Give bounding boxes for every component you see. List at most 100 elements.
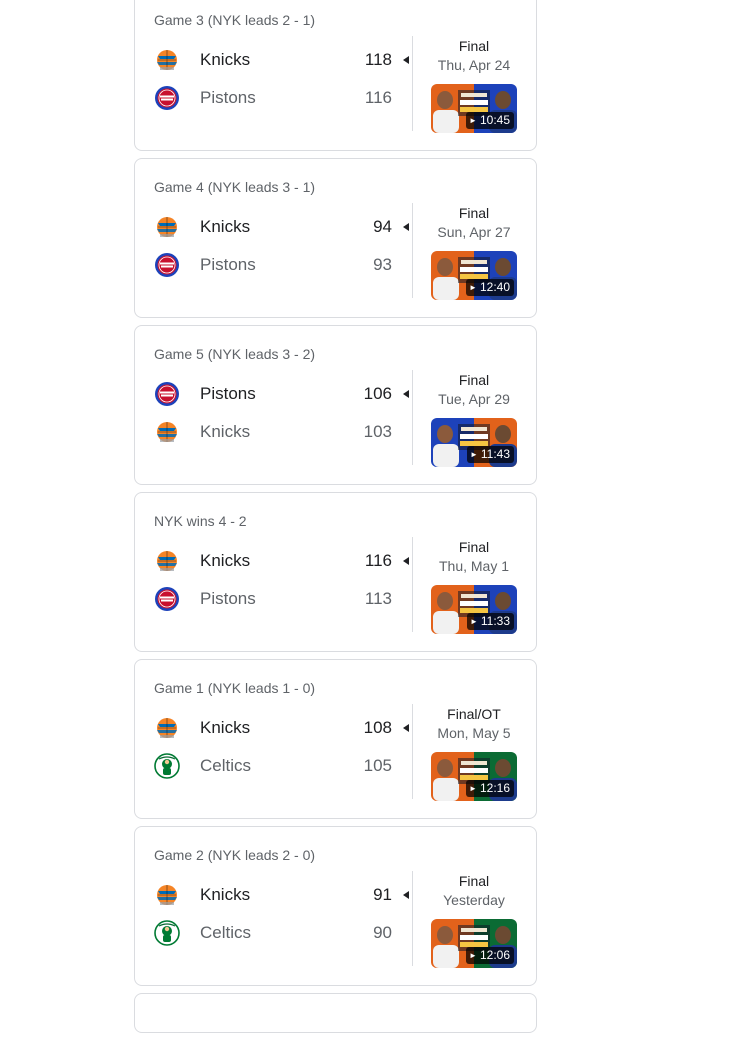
- knicks-logo-icon: [154, 419, 180, 445]
- team-score: 91: [373, 885, 392, 904]
- video-duration: ► 11:33: [466, 613, 514, 630]
- game-card[interactable]: Game 1 (NYK leads 1 - 0) Knicks 108 Celtics…: [134, 659, 537, 819]
- knicks-logo-icon: [154, 214, 180, 240]
- team-name: Knicks: [200, 885, 251, 904]
- game-date: Sun, Apr 27: [437, 224, 511, 240]
- winner-indicator-icon: [403, 56, 409, 64]
- game-card[interactable]: Game 5 (NYK leads 3 - 2) Pistons 106 Knicks…: [134, 325, 537, 485]
- team-score: 113: [364, 589, 392, 608]
- video-duration-text: 10:45: [479, 113, 510, 127]
- winner-indicator-icon: [403, 390, 409, 398]
- winner-indicator-icon: [403, 557, 409, 565]
- game-card[interactable]: Game 4 (NYK leads 3 - 1) Knicks 94 Pistons 9…: [134, 158, 537, 318]
- video-duration: ► 10:45: [466, 112, 514, 129]
- team-name: Knicks: [200, 718, 251, 737]
- video-duration-text: 11:43: [480, 447, 510, 461]
- video-duration-text: 12:06: [479, 948, 510, 962]
- celtics-logo-icon: [154, 920, 180, 946]
- game-status: Final/OT: [447, 706, 501, 722]
- team-score: 108: [363, 718, 392, 737]
- game-results-list: Game 3 (NYK leads 2 - 1) Knicks 118 Pistons…: [134, 0, 537, 1040]
- winner-indicator-icon: [403, 724, 409, 732]
- team-name: Pistons: [200, 589, 256, 608]
- play-icon: ►: [469, 116, 477, 125]
- team-score: 90: [373, 923, 392, 942]
- team-row: Celtics 105: [154, 751, 394, 781]
- team-row: Knicks 94: [154, 212, 394, 242]
- celtics-logo-icon: [154, 753, 180, 779]
- team-row: Pistons 116: [154, 83, 394, 113]
- team-score: 105: [363, 756, 392, 775]
- knicks-logo-icon: [154, 548, 180, 574]
- game-date: Yesterday: [443, 892, 505, 908]
- game-status: Final: [458, 205, 490, 221]
- team-score: 116: [364, 88, 392, 107]
- play-icon: ►: [469, 784, 477, 793]
- highlights-video-thumbnail[interactable]: ► 12:40: [431, 251, 517, 300]
- video-duration-text: 12:40: [479, 280, 510, 294]
- divider: [412, 537, 413, 632]
- series-status: Game 2 (NYK leads 2 - 0): [154, 847, 316, 863]
- highlights-video-thumbnail[interactable]: ► 11:43: [431, 418, 517, 467]
- game-card[interactable]: NYK wins 4 - 2 Knicks 116 Pistons 113 Final Th…: [134, 492, 537, 652]
- team-row: Knicks 91: [154, 880, 394, 910]
- series-status: Game 4 (NYK leads 3 - 1): [154, 179, 316, 195]
- highlights-video-thumbnail[interactable]: ► 12:06: [431, 919, 517, 968]
- divider: [412, 871, 413, 966]
- game-status: Final: [458, 873, 490, 889]
- team-row: Pistons 113: [154, 584, 394, 614]
- divider: [412, 36, 413, 131]
- team-score: 103: [363, 422, 392, 441]
- knicks-logo-icon: [154, 47, 180, 73]
- game-card[interactable]: [134, 993, 537, 1033]
- pistons-logo-icon: [154, 586, 180, 612]
- series-status: Game 1 (NYK leads 1 - 0): [154, 680, 316, 696]
- game-card[interactable]: Game 2 (NYK leads 2 - 0) Knicks 91 Celtics 9…: [134, 826, 537, 986]
- team-name: Knicks: [200, 551, 251, 570]
- team-row: Knicks 116: [154, 546, 394, 576]
- game-status: Final: [458, 372, 490, 388]
- video-duration: ► 12:06: [466, 947, 514, 964]
- game-status: Final: [458, 38, 490, 54]
- team-name: Pistons: [200, 384, 256, 403]
- game-date: Mon, May 5: [437, 725, 511, 741]
- game-date: Thu, May 1: [438, 558, 510, 574]
- team-row: Knicks 103: [154, 417, 394, 447]
- team-row: Pistons 93: [154, 250, 394, 280]
- team-row: Pistons 106: [154, 379, 394, 409]
- pistons-logo-icon: [154, 381, 180, 407]
- team-score: 118: [364, 50, 392, 69]
- team-row: Knicks 108: [154, 713, 394, 743]
- pistons-logo-icon: [154, 85, 180, 111]
- team-name: Knicks: [200, 217, 251, 236]
- team-name: Knicks: [200, 422, 251, 441]
- highlights-video-thumbnail[interactable]: ► 11:33: [431, 585, 517, 634]
- play-icon: ►: [469, 951, 477, 960]
- winner-indicator-icon: [403, 223, 409, 231]
- team-score: 93: [373, 255, 392, 274]
- winner-indicator-icon: [403, 891, 409, 899]
- team-name: Pistons: [200, 255, 256, 274]
- game-card[interactable]: Game 3 (NYK leads 2 - 1) Knicks 118 Pistons…: [134, 0, 537, 151]
- team-score: 94: [373, 217, 392, 236]
- game-status: Final: [458, 539, 490, 555]
- game-date: Thu, Apr 24: [437, 57, 511, 73]
- team-name: Knicks: [200, 50, 251, 69]
- series-status: Game 5 (NYK leads 3 - 2): [154, 346, 316, 362]
- pistons-logo-icon: [154, 252, 180, 278]
- divider: [412, 370, 413, 465]
- play-icon: ►: [469, 450, 478, 459]
- highlights-video-thumbnail[interactable]: ► 10:45: [431, 84, 517, 133]
- team-row: Celtics 90: [154, 918, 394, 948]
- team-score: 116: [364, 551, 392, 570]
- divider: [412, 203, 413, 298]
- video-duration: ► 12:16: [466, 780, 514, 797]
- team-score: 106: [363, 384, 392, 403]
- knicks-logo-icon: [154, 715, 180, 741]
- team-name: Celtics: [200, 756, 252, 775]
- play-icon: ►: [469, 617, 478, 626]
- highlights-video-thumbnail[interactable]: ► 12:16: [431, 752, 517, 801]
- video-duration: ► 11:43: [466, 446, 514, 463]
- series-status: Game 3 (NYK leads 2 - 1): [154, 12, 316, 28]
- video-duration-text: 11:33: [480, 614, 510, 628]
